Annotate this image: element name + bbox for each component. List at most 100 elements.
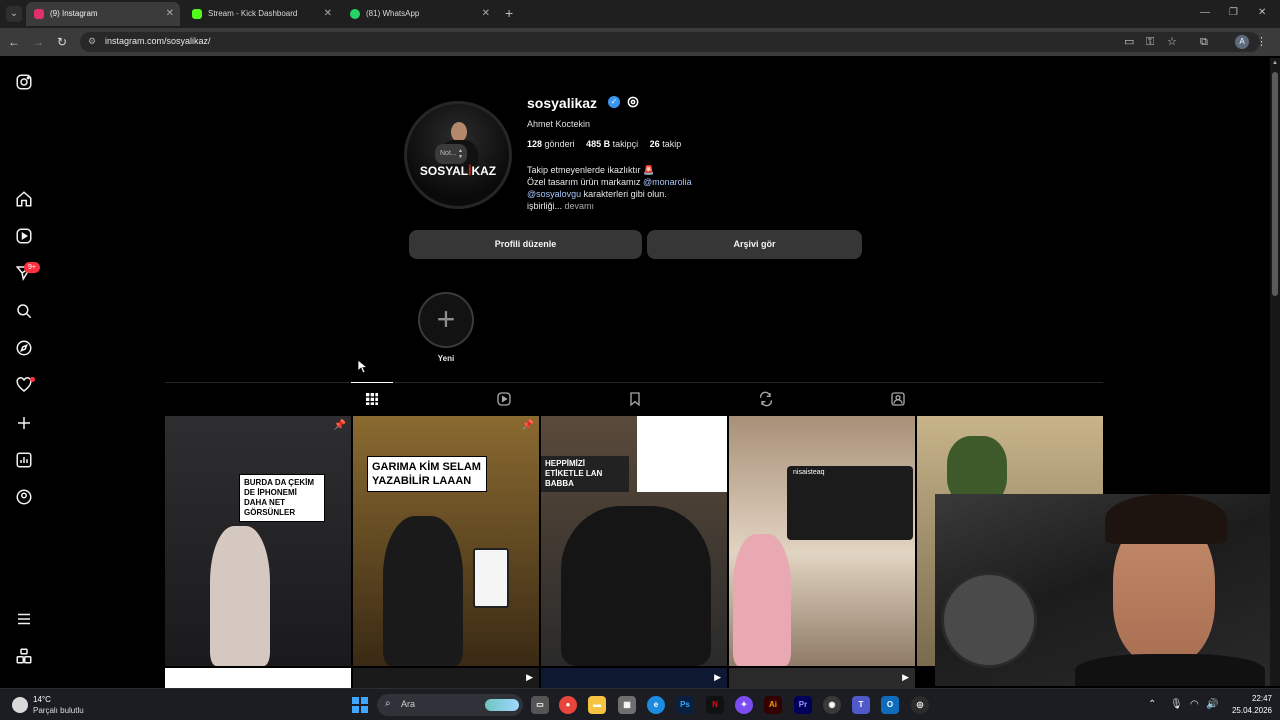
post-tile[interactable]: BURDA DA ÇEKİM DE İPHONEMİ DAHA NET GÖRS… [165,416,351,666]
minimize-icon[interactable]: — [1200,6,1210,20]
url-text[interactable]: instagram.com/sosyalikaz/ [105,36,211,46]
post-tile[interactable]: HEPPİMİZİ ETİKETLE LAN BABBA [541,416,727,666]
bio-mention-link[interactable]: @monarolia [643,177,692,187]
more-menu-icon[interactable] [15,610,33,628]
tab-instagram[interactable]: (9) Instagram ✕ [26,2,180,26]
password-key-icon[interactable]: ⚿ [1146,35,1154,49]
extensions-icon[interactable]: ⧉ [1200,35,1208,49]
also-from-meta-icon[interactable] [15,647,33,665]
tray-overflow-icon[interactable]: ⌃ [1148,698,1156,712]
bio-line: Özel tasarım ürün markamız @monarolia [527,177,692,187]
tab-close-icon[interactable]: ✕ [482,2,490,26]
windows-taskbar: 14°C Parçalı bulutlu ⌕ Ara ▭ ● ▬ ▦ e Ps … [0,688,1280,720]
cast-icon[interactable]: ▭ [1124,35,1134,49]
pinned-icon: 📌 [521,420,534,431]
tab-reels-icon[interactable] [496,391,512,407]
reload-icon[interactable]: ↻ [54,34,70,50]
instagram-logo-icon[interactable] [15,73,33,91]
file-explorer-icon[interactable]: ▬ [588,696,606,714]
settings-gear-icon[interactable] [625,94,641,110]
bookmark-star-icon[interactable]: ☆ [1167,35,1177,49]
figma-icon[interactable]: ✦ [735,696,753,714]
wifi-icon[interactable]: ◠ [1190,698,1199,712]
tab-kick-dashboard[interactable]: Stream - Kick Dashboard ✕ [184,2,338,26]
premiere-icon[interactable]: Pr [794,696,812,714]
reels-icon[interactable] [15,227,33,245]
tab-tagged-icon[interactable] [890,391,906,407]
post-tile[interactable]: GARIMA KİM SELAM YAZABİLİR LAAAN 📌 [353,416,539,666]
post-tile[interactable] [165,668,351,688]
restore-icon[interactable]: ❐ [1229,6,1238,20]
reel-icon: ▶ [714,672,721,682]
home-icon[interactable] [15,190,33,208]
teams-icon[interactable]: T [852,696,870,714]
taskbar-date[interactable]: 25.04.2026 [1218,706,1272,715]
tab-search-menu-icon[interactable]: ⌄ [6,6,22,22]
post-caption: HEPPİMİZİ ETİKETLE LAN BABBA [541,456,629,492]
browser-menu-icon[interactable]: ⋮ [1256,35,1267,49]
profile-icon[interactable] [15,488,33,506]
back-icon[interactable]: ← [6,34,22,50]
post-figure [733,534,791,666]
browser-profile-avatar[interactable]: A [1235,35,1249,49]
illustrator-icon[interactable]: Ai [764,696,782,714]
post-tile[interactable]: ▶ [353,668,539,688]
search-icon[interactable] [15,302,33,320]
edit-profile-button[interactable]: Profili düzenle [409,230,642,259]
scroll-up-icon[interactable]: ▲ [1272,60,1278,66]
post-tile[interactable]: ▶ [729,668,915,688]
profile-stats: 128 gönderi 485 B takipçi 26 takip [527,139,690,149]
volume-icon[interactable]: 🔊 [1206,698,1218,712]
close-window-icon[interactable]: ✕ [1258,6,1266,20]
bio-mention-link[interactable]: @sosyalovgu [527,189,581,199]
netflix-icon[interactable]: N [706,696,724,714]
tab-title: (81) WhatsApp [366,9,420,18]
taskbar-search[interactable]: ⌕ Ara [377,694,523,716]
scrollbar-thumb[interactable] [1272,72,1278,296]
post-tile[interactable]: nisaisteaq [729,416,915,666]
weather-cloud-icon[interactable] [12,697,28,713]
microphone-icon[interactable]: 🎙 [1170,698,1183,712]
post-tile[interactable]: ▶ [541,668,727,688]
omnibox[interactable]: ⚙ instagram.com/sosyalikaz/ ▭ ⚿ ☆ ⧉ A ⋮ [80,32,1267,52]
edge-icon[interactable]: e [647,696,665,714]
inset-profile-screenshot: nisaisteaq [787,466,913,540]
new-highlight-button[interactable]: + [418,292,474,348]
tab-close-icon[interactable]: ✕ [166,2,174,26]
explore-icon[interactable] [15,339,33,357]
windows-start-icon[interactable] [352,697,368,713]
search-icon: ⌕ [385,698,391,709]
create-icon[interactable] [15,414,33,432]
tab-saved-bookmark-icon[interactable] [627,391,643,407]
new-tab-icon[interactable]: + [505,5,513,21]
following-stat[interactable]: 26 takip [650,139,682,149]
post-figure [210,526,270,666]
bio-line: Takip etmeyenlerde ikazlıktır 🚨 [527,165,655,175]
followers-stat[interactable]: 485 B takipçi [586,139,638,149]
outlook-icon[interactable]: O [881,696,899,714]
chrome-icon[interactable]: ● [559,696,577,714]
bio-more-link[interactable]: devamı [565,201,595,211]
taskbar-time[interactable]: 22:47 [1226,694,1272,703]
dashboard-icon[interactable] [15,451,33,469]
tab-reposts-icon[interactable] [758,391,774,407]
tab-close-icon[interactable]: ✕ [324,2,332,26]
instagram-favicon-icon [34,9,44,19]
weather-temperature[interactable]: 14°C [33,695,51,704]
tab-whatsapp[interactable]: (81) WhatsApp ✕ [342,2,496,26]
tab-posts-grid-icon[interactable] [364,391,380,407]
view-archive-button[interactable]: Arşivi gör [647,230,862,259]
forward-icon[interactable]: → [30,34,46,50]
task-view-icon[interactable]: ▭ [531,696,549,714]
page-scrollbar[interactable]: ▲ [1270,58,1280,686]
site-info-icon[interactable]: ⚙ [88,36,96,47]
avatar-head-shape [451,122,467,142]
photoshop-icon[interactable]: Ps [676,696,694,714]
chrome-active-icon[interactable]: ◉ [823,696,841,714]
obs-icon[interactable]: ◎ [911,696,929,714]
note-arrows-icon: ▲ ▼ [458,148,463,160]
verified-badge-icon: ✓ [608,96,620,108]
store-icon[interactable]: ▦ [618,696,636,714]
weather-description[interactable]: Parçalı bulutlu [33,706,84,715]
plus-icon: + [436,301,456,337]
